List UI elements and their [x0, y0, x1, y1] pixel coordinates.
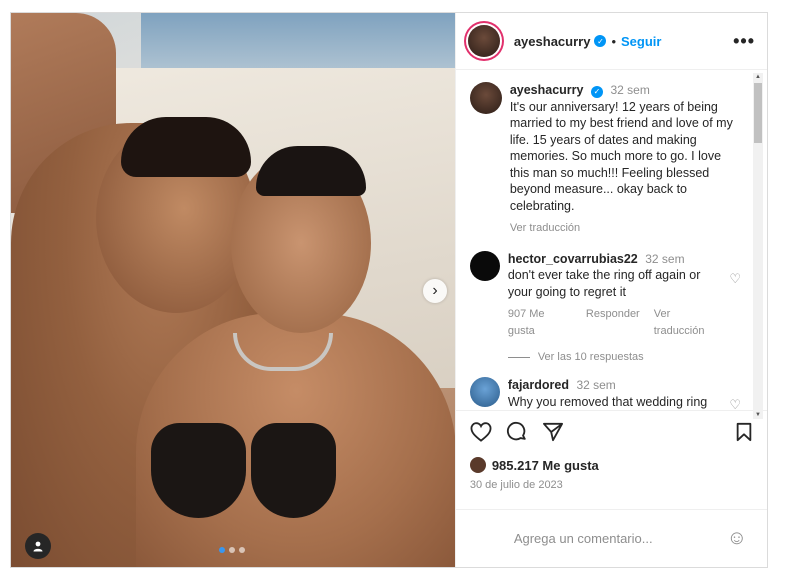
photo-woman-hair	[256, 146, 366, 196]
commenter-avatar[interactable]	[469, 250, 500, 281]
carousel-dot	[239, 547, 245, 553]
follow-button[interactable]: Seguir	[621, 34, 661, 49]
post-date: 30 de julio de 2023	[469, 479, 563, 491]
caption-text: It's our anniversary! 12 years of being …	[509, 99, 733, 213]
user-icon	[33, 541, 43, 552]
see-replies-label: Ver las 10 respuestas	[537, 351, 644, 363]
header-separator: •	[611, 33, 617, 49]
carousel-dots	[219, 547, 245, 553]
scroll-up-arrow-icon[interactable]: ▲	[754, 73, 762, 81]
comment-translate-link[interactable]: Ver traducción	[654, 306, 722, 339]
commenter-avatar[interactable]	[469, 377, 500, 407]
bookmark-icon[interactable]	[735, 422, 753, 446]
comment-like-heart-icon[interactable]: ♡	[729, 397, 741, 410]
photo-man-hair	[121, 117, 251, 177]
comment-input[interactable]	[513, 531, 727, 546]
scroll-down-arrow-icon[interactable]: ▼	[754, 411, 762, 419]
reply-button[interactable]: Responder	[586, 306, 640, 339]
share-icon[interactable]	[542, 422, 564, 446]
carousel-dot	[219, 547, 225, 553]
caption: ayeshacurry ✓ 32 sem It's our anniversar…	[469, 82, 741, 237]
verified-badge-icon: ✓	[590, 86, 603, 99]
liker-avatar	[469, 457, 486, 473]
comment-time: 32 sem	[576, 378, 616, 392]
next-photo-button[interactable]: ›	[423, 279, 447, 303]
comment-icon[interactable]	[506, 421, 528, 447]
comment-text: don't ever take the ring off again or yo…	[507, 268, 701, 299]
photo-swimwear-right	[251, 423, 336, 518]
replies-divider	[507, 356, 530, 358]
likes-summary[interactable]: 985.217 Me gusta	[469, 457, 753, 473]
photo-swimwear-left	[151, 423, 246, 518]
commenter-username[interactable]: fajardored	[508, 378, 569, 392]
author-avatar[interactable]	[467, 25, 500, 57]
chevron-right-icon: ›	[432, 282, 438, 299]
verified-badge-icon: ✓	[594, 35, 607, 47]
see-replies-button[interactable]: Ver las 10 respuestas	[507, 351, 741, 363]
add-comment-bar: ☺	[455, 509, 767, 567]
comment-text: Why you removed that wedding ring though…	[507, 394, 708, 409]
post-side-panel: ayeshacurry ✓ • Seguir ••• ayeshacurry ✓…	[454, 13, 767, 567]
tagged-users-button[interactable]	[25, 533, 51, 559]
comment-likes[interactable]: 907 Me gusta	[508, 306, 572, 339]
comments-list[interactable]: ayeshacurry ✓ 32 sem It's our anniversar…	[456, 70, 767, 410]
likes-count[interactable]: 985.217 Me gusta	[492, 458, 599, 473]
post-dialog: › ayeshacurry ✓ • Seguir ••• ayeshacurry…	[10, 12, 768, 568]
post-photo[interactable]: ›	[11, 13, 455, 567]
commenter-username[interactable]: hector_covarrubias22	[508, 252, 638, 266]
comments-scrollbar[interactable]: ▲ ▼	[753, 73, 763, 419]
emoji-icon[interactable]: ☺	[727, 527, 747, 550]
comment-like-heart-icon[interactable]: ♡	[729, 271, 741, 287]
more-options-icon[interactable]: •••	[733, 31, 755, 52]
caption-time: 32 sem	[610, 83, 650, 97]
comment-time: 32 sem	[645, 251, 685, 266]
comment-item: fajardored 32 sem Why you removed that w…	[469, 377, 741, 410]
carousel-dot	[229, 547, 235, 553]
post-header: ayeshacurry ✓ • Seguir •••	[455, 13, 767, 70]
heart-icon[interactable]	[470, 422, 492, 446]
caption-username[interactable]: ayeshacurry	[510, 83, 584, 97]
scrollbar-thumb[interactable]	[754, 83, 762, 143]
author-username[interactable]: ayeshacurry	[514, 34, 591, 49]
post-actions: 985.217 Me gusta 30 de julio de 2023	[455, 410, 767, 506]
caption-translate-link[interactable]: Ver traducción	[510, 220, 580, 237]
caption-avatar[interactable]	[469, 82, 502, 114]
comment-item: hector_covarrubias22 32 sem don't ever t…	[469, 250, 741, 340]
